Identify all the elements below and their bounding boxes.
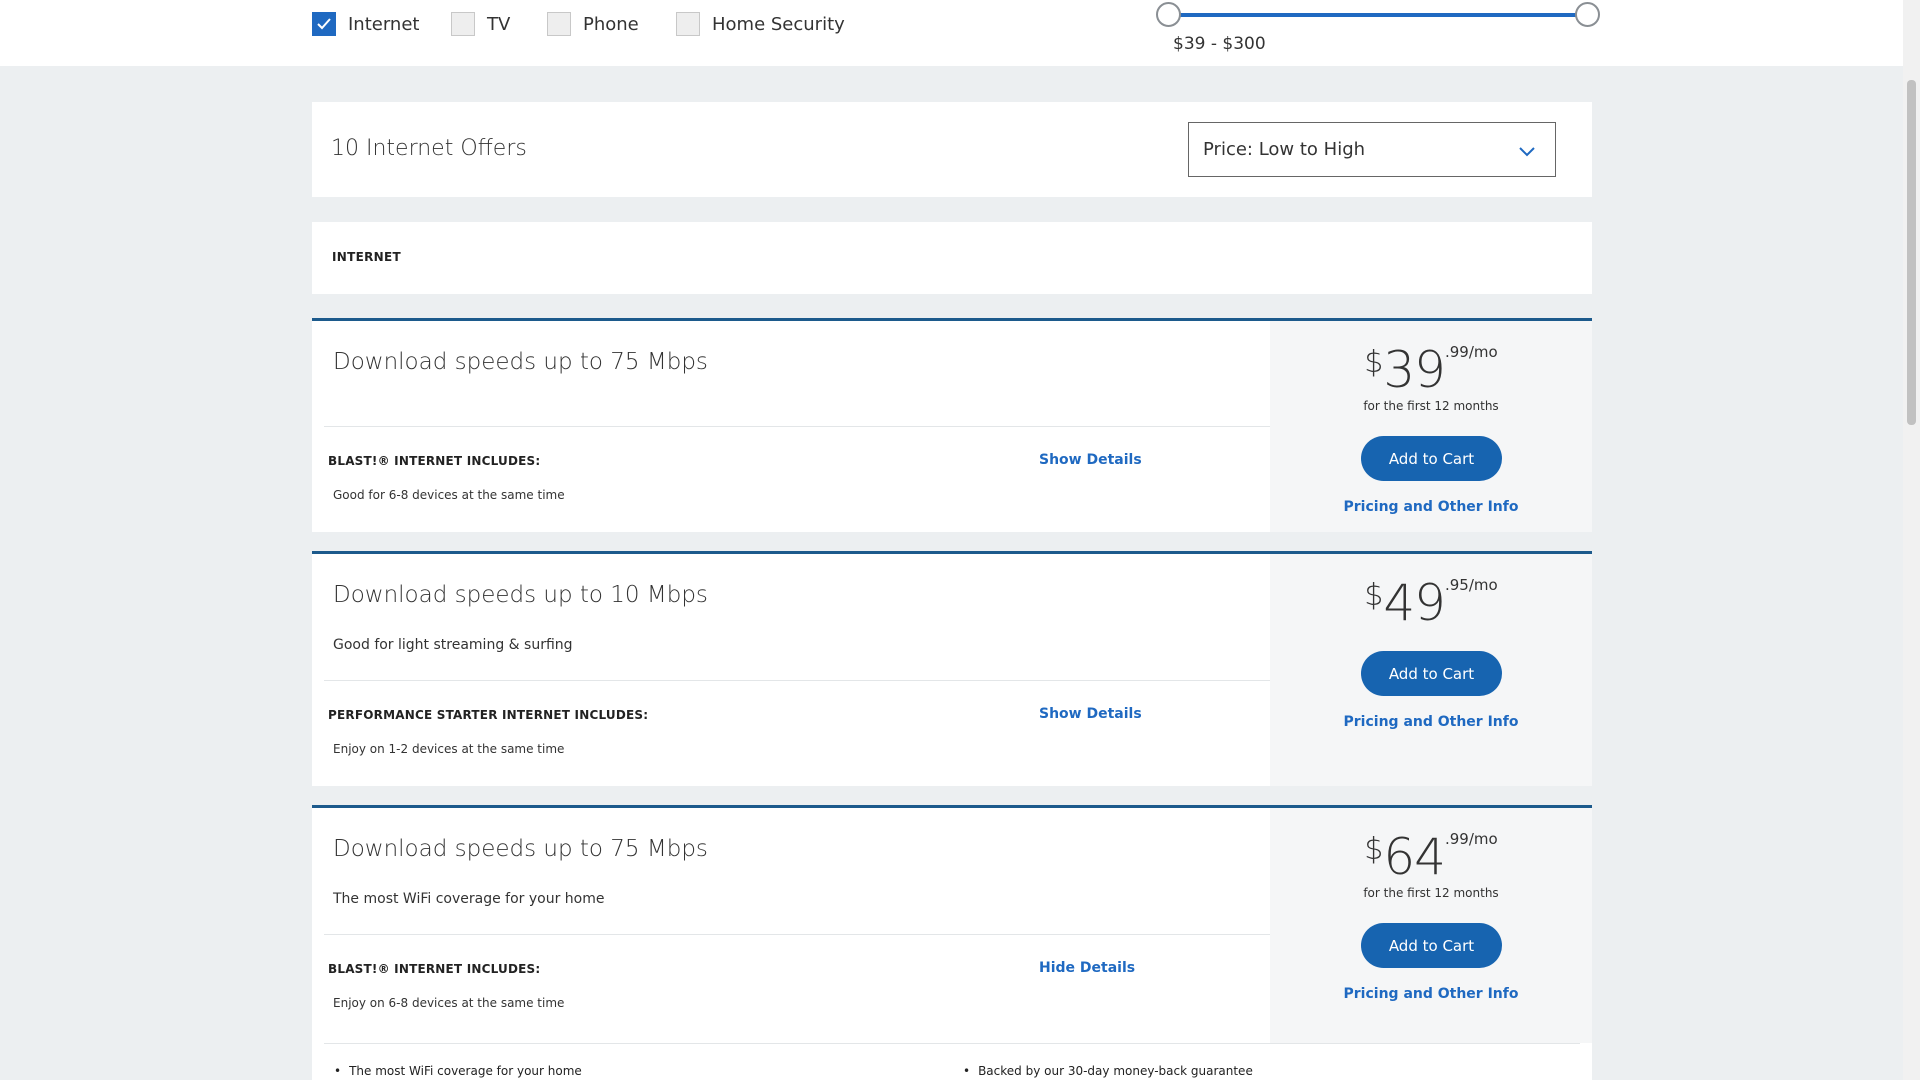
scrollbar-thumb[interactable] [1907,80,1916,425]
hide-details-link[interactable]: Hide Details [1039,960,1135,976]
offer-price: $39.99/mo [1270,341,1592,399]
divider [324,680,1274,681]
chevron-down-icon [1519,141,1535,162]
offer-card: Download speeds up to 75 Mbps The most W… [312,805,1592,1080]
checkbox-empty-icon [547,12,571,36]
pricing-info-link[interactable]: Pricing and Other Info [1270,986,1592,1002]
offer-card: Download speeds up to 75 Mbps BLAST!® IN… [312,318,1592,532]
detail-item: Backed by our 30-day money-back guarante… [963,1064,1253,1078]
offer-title: Download speeds up to 75 Mbps [333,349,708,375]
price-note: for the first 12 months [1363,399,1499,413]
divider [324,426,1274,427]
price-cents: .99/mo [1445,343,1498,361]
price-cents: .95/mo [1445,576,1498,594]
offer-pricing: $64.99/mo for the first 12 months Add to… [1270,808,1592,1043]
offer-card: Download speeds up to 10 Mbps Good for l… [312,551,1592,786]
price-cents: .99/mo [1445,830,1498,848]
slider-min-handle[interactable] [1156,2,1181,27]
offer-price: $49.95/mo [1270,574,1592,632]
offer-title: Download speeds up to 75 Mbps [333,836,708,862]
price-dollars: 49 [1383,574,1446,632]
divider [324,934,1274,935]
price-range-slider[interactable]: $39 - $300 [1156,0,1600,60]
add-to-cart-button[interactable]: Add to Cart [1361,436,1502,481]
checkbox-empty-icon [676,12,700,36]
offer-subtitle: The most WiFi coverage for your home [333,891,605,907]
offer-price: $64.99/mo [1270,828,1592,886]
slider-track [1169,13,1587,17]
includes-label: BLAST!® INTERNET INCLUDES: [328,962,541,976]
includes-label: PERFORMANCE STARTER INTERNET INCLUDES: [328,708,649,722]
page-scrollbar[interactable] [1903,0,1920,1080]
phone-checkbox[interactable]: Phone [547,10,639,38]
add-to-cart-button[interactable]: Add to Cart [1361,923,1502,968]
pricing-info-link[interactable]: Pricing and Other Info [1270,714,1592,730]
phone-checkbox-label: Phone [583,13,639,35]
feature-text: Enjoy on 6-8 devices at the same time [333,996,565,1010]
offer-pricing: $39.99/mo for the first 12 months Add to… [1270,321,1592,532]
show-details-link[interactable]: Show Details [1039,452,1142,468]
home-security-checkbox-label: Home Security [712,13,845,35]
price-dollars: 64 [1383,828,1446,886]
feature-text: Enjoy on 1-2 devices at the same time [333,742,565,756]
internet-checkbox-label: Internet [348,13,420,35]
detail-item: The most WiFi coverage for your home [334,1064,582,1078]
sort-select-value: Price: Low to High [1203,139,1366,160]
offer-info: Download speeds up to 75 Mbps The most W… [312,808,1274,1043]
offer-info: Download speeds up to 10 Mbps Good for l… [312,554,1274,786]
includes-label: BLAST!® INTERNET INCLUDES: [328,454,541,468]
sort-select[interactable]: Price: Low to High [1188,122,1556,177]
price-dollars: 39 [1383,341,1446,399]
tv-checkbox[interactable]: TV [451,10,510,38]
offers-count: 10 Internet Offers [331,136,527,161]
internet-checkbox[interactable]: Internet [312,10,419,38]
offer-pricing: $49.95/mo Add to Cart Pricing and Other … [1270,554,1592,786]
price-currency: $ [1364,578,1384,613]
filter-bar: Internet TV Phone Home Security $39 - $3… [0,0,1903,66]
price-currency: $ [1364,345,1384,380]
pricing-info-link[interactable]: Pricing and Other Info [1270,499,1592,515]
feature-text: Good for 6-8 devices at the same time [333,488,565,502]
slider-max-handle[interactable] [1575,2,1600,27]
price-currency: $ [1364,832,1384,867]
offer-title: Download speeds up to 10 Mbps [333,582,708,608]
category-label: INTERNET [332,250,401,264]
offer-details: The most WiFi coverage for your home Bac… [312,1044,1592,1080]
add-to-cart-button[interactable]: Add to Cart [1361,651,1502,696]
price-note: for the first 12 months [1363,886,1499,900]
category-header: INTERNET [312,222,1592,294]
checkbox-checked-icon [312,12,336,36]
offer-info: Download speeds up to 75 Mbps BLAST!® IN… [312,321,1274,532]
price-range-label: $39 - $300 [1173,34,1266,54]
checkbox-empty-icon [451,12,475,36]
offers-header: 10 Internet Offers Price: Low to High [312,102,1592,197]
offer-subtitle: Good for light streaming & surfing [333,637,573,653]
show-details-link[interactable]: Show Details [1039,706,1142,722]
home-security-checkbox[interactable]: Home Security [676,10,845,38]
tv-checkbox-label: TV [487,13,511,35]
